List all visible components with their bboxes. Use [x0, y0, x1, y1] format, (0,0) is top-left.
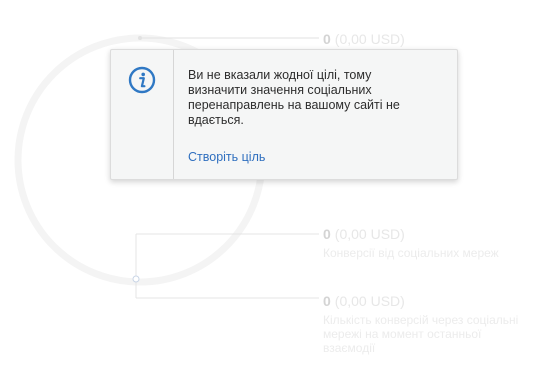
- connector-node: [132, 275, 140, 283]
- metric-total-value: 0: [323, 31, 331, 47]
- create-goal-link[interactable]: Створіть ціль: [188, 150, 265, 164]
- no-goals-notice: Ви не вказали жодної цілі, тому визначит…: [110, 49, 458, 180]
- notice-icon-column: [111, 50, 174, 179]
- metric-total-usd: (0,00 USD): [334, 31, 405, 47]
- metric-last-interaction-value: 0: [323, 293, 331, 309]
- metric-social-conversions: 0 (0,00 USD): [323, 226, 405, 242]
- metric-social-conversions-description: Конверсії від соціальних мереж: [323, 246, 499, 260]
- metric-last-interaction-usd: (0,00 USD): [334, 293, 405, 309]
- metric-social-conversions-value: 0: [323, 226, 331, 242]
- metric-total: 0 (0,00 USD): [323, 31, 405, 47]
- metric-last-interaction: 0 (0,00 USD): [323, 293, 405, 309]
- metric-social-conversions-usd: (0,00 USD): [334, 226, 405, 242]
- metric-last-interaction-description: Кількість конверсій через соціальні мере…: [323, 313, 519, 355]
- notice-message: Ви не вказали жодної цілі, тому визначит…: [188, 68, 400, 127]
- info-icon: [128, 66, 156, 94]
- connector-top-dot: [138, 36, 142, 40]
